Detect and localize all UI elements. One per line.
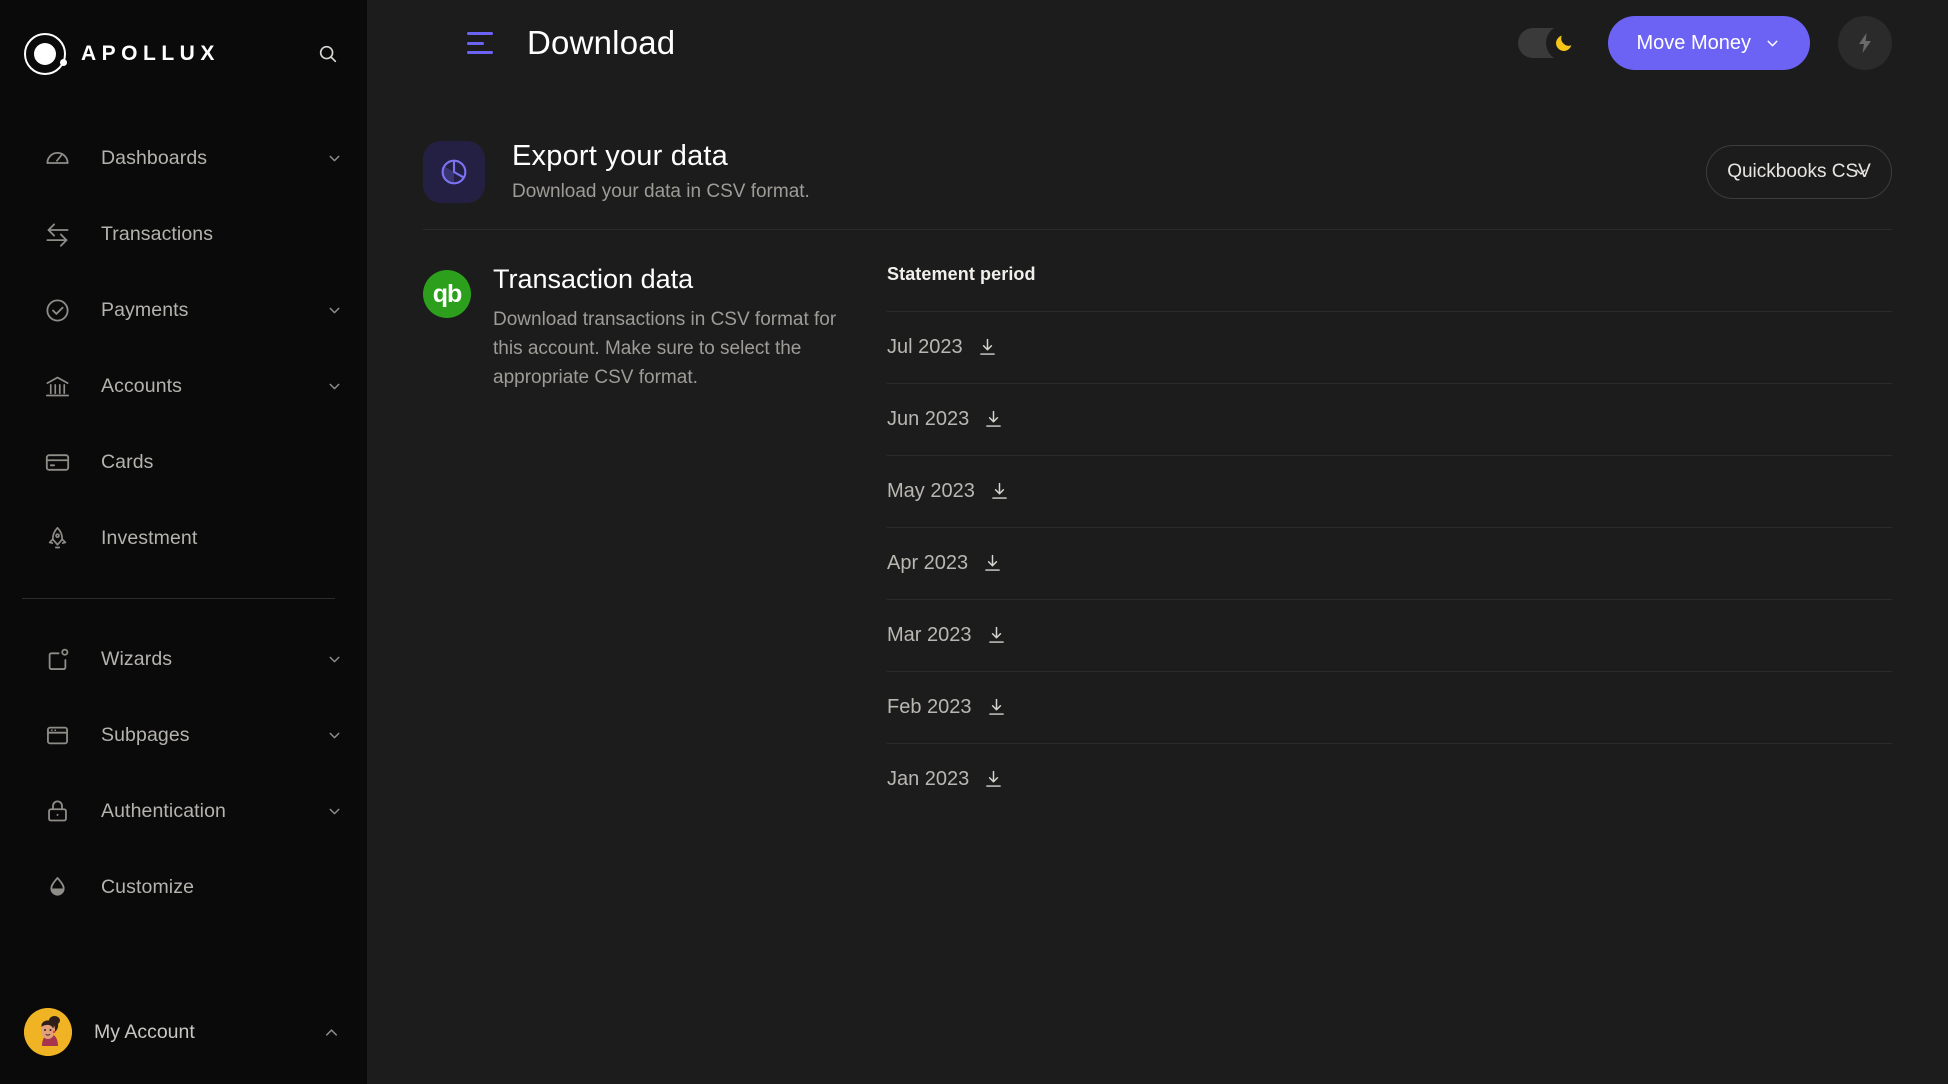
- export-subtitle: Download your data in CSV format.: [512, 181, 810, 202]
- sidebar-item-label: Payments: [101, 298, 189, 321]
- planet-orbit-icon: [24, 33, 67, 75]
- sidebar-item-transactions[interactable]: Transactions: [0, 196, 367, 272]
- move-money-label: Move Money: [1636, 31, 1752, 54]
- bank-icon: [42, 371, 72, 401]
- download-icon[interactable]: [977, 337, 998, 358]
- chevron-down-icon: [1853, 164, 1869, 180]
- download-icon[interactable]: [983, 409, 1004, 430]
- transaction-texts: Transaction data Download transactions i…: [493, 264, 858, 815]
- chevron-down-icon[interactable]: [326, 150, 343, 167]
- moon-icon: [1545, 25, 1582, 61]
- table-row[interactable]: Jan 2023: [887, 743, 1892, 815]
- chevron-down-icon: [1764, 35, 1781, 52]
- period-label: May 2023: [887, 480, 975, 502]
- sidebar: APOLLUX Dashboards Transactions Payments…: [0, 0, 367, 1084]
- account-label: My Account: [94, 1020, 195, 1043]
- app-root: APOLLUX Dashboards Transactions Payments…: [0, 0, 1948, 1084]
- topbar: Download Move Money: [367, 0, 1948, 86]
- transaction-description: Download transactions in CSV format for …: [493, 309, 837, 388]
- sidebar-item-wizards[interactable]: Wizards: [0, 621, 367, 697]
- avatar: [24, 1008, 72, 1056]
- sidebar-item-label: Investment: [101, 526, 198, 549]
- sidebar-item-label: Dashboards: [101, 146, 208, 169]
- main-content: Download Move Money Export your data Dow…: [367, 0, 1948, 1084]
- account-row[interactable]: My Account: [0, 980, 367, 1084]
- pie-chart-icon: [423, 140, 485, 203]
- sidebar-item-payments[interactable]: Payments: [0, 272, 367, 348]
- chevron-down-icon[interactable]: [326, 803, 343, 820]
- table-header-statement-period: Statement period: [887, 264, 1036, 284]
- period-label: Mar 2023: [887, 624, 972, 646]
- table-row[interactable]: Feb 2023: [887, 671, 1892, 743]
- theme-toggle[interactable]: [1517, 25, 1582, 61]
- chevron-down-icon[interactable]: [326, 302, 343, 319]
- transaction-info: qb Transaction data Download transaction…: [423, 264, 836, 815]
- sidebar-item-label: Wizards: [101, 647, 173, 670]
- sidebar-item-label: Accounts: [101, 374, 183, 397]
- export-texts: Export your data Download your data in C…: [512, 140, 810, 203]
- period-label: Jul 2023: [887, 336, 963, 358]
- browser-window-icon: [42, 720, 72, 750]
- sidebar-item-cards[interactable]: Cards: [0, 424, 367, 500]
- lightning-bolt-icon[interactable]: [1838, 16, 1892, 70]
- sidebar-item-label: Subpages: [101, 723, 190, 746]
- download-icon[interactable]: [989, 481, 1010, 502]
- sidebar-nav-secondary: Wizards Subpages Authentication Customiz…: [0, 621, 367, 925]
- sidebar-item-subpages[interactable]: Subpages: [0, 697, 367, 773]
- sidebar-item-authentication[interactable]: Authentication: [0, 773, 367, 849]
- check-circle-icon: [42, 295, 72, 325]
- page-title: Download: [527, 24, 676, 61]
- brand-name: APOLLUX: [81, 42, 220, 65]
- csv-format-select[interactable]: Quickbooks CSV: [1706, 144, 1892, 199]
- transfer-arrows-icon: [42, 219, 72, 249]
- table-row[interactable]: Jun 2023: [887, 383, 1892, 455]
- download-icon[interactable]: [986, 625, 1007, 646]
- move-money-button[interactable]: Move Money: [1607, 16, 1810, 70]
- export-title: Export your data: [512, 140, 728, 172]
- credit-card-icon: [42, 447, 72, 477]
- sidebar-item-dashboards[interactable]: Dashboards: [0, 120, 367, 196]
- content-area: Export your data Download your data in C…: [367, 86, 1948, 815]
- topbar-actions: Move Money: [1517, 16, 1892, 70]
- sidebar-item-accounts[interactable]: Accounts: [0, 348, 367, 424]
- download-icon[interactable]: [982, 553, 1003, 574]
- sidebar-item-label: Customize: [101, 875, 195, 898]
- chevron-down-icon[interactable]: [326, 651, 343, 668]
- quickbooks-logo-icon: qb: [423, 270, 471, 318]
- table-row[interactable]: May 2023: [887, 455, 1892, 527]
- download-icon[interactable]: [986, 697, 1007, 718]
- chevron-down-icon[interactable]: [326, 727, 343, 744]
- sidebar-item-investment[interactable]: Investment: [0, 500, 367, 576]
- brand-row: APOLLUX: [0, 0, 367, 108]
- chevron-down-icon[interactable]: [326, 378, 343, 395]
- chevron-up-icon[interactable]: [322, 1023, 341, 1042]
- sidebar-nav-primary: Dashboards Transactions Payments Account…: [0, 108, 367, 576]
- table-row[interactable]: Jul 2023: [887, 311, 1892, 383]
- quickbooks-logo-text: qb: [432, 279, 463, 308]
- csv-format-value: Quickbooks CSV: [1727, 160, 1871, 182]
- search-icon[interactable]: [311, 37, 345, 71]
- hamburger-menu-icon[interactable]: [467, 32, 497, 54]
- statement-period-table: Statement period Jul 2023 Jun 2023 May 2…: [823, 264, 1892, 815]
- wizard-box-icon: [42, 644, 72, 674]
- table-row[interactable]: Apr 2023: [887, 527, 1892, 599]
- period-label: Jun 2023: [887, 408, 970, 430]
- transaction-data-section: qb Transaction data Download transaction…: [423, 230, 1892, 815]
- transaction-title: Transaction data: [493, 264, 694, 294]
- period-label: Feb 2023: [887, 696, 972, 718]
- export-header: Export your data Download your data in C…: [423, 126, 1892, 229]
- table-row[interactable]: Mar 2023: [887, 599, 1892, 671]
- sidebar-item-customize[interactable]: Customize: [0, 849, 367, 925]
- lock-icon: [42, 796, 72, 826]
- sidebar-divider: [22, 598, 335, 599]
- period-label: Apr 2023: [887, 552, 969, 574]
- download-icon[interactable]: [983, 769, 1004, 790]
- sidebar-item-label: Cards: [101, 450, 154, 473]
- sidebar-item-label: Transactions: [101, 222, 214, 245]
- gauge-icon: [42, 143, 72, 173]
- period-label: Jan 2023: [887, 768, 970, 790]
- droplet-icon: [42, 872, 72, 902]
- rocket-icon: [42, 523, 72, 553]
- sidebar-item-label: Authentication: [101, 799, 226, 822]
